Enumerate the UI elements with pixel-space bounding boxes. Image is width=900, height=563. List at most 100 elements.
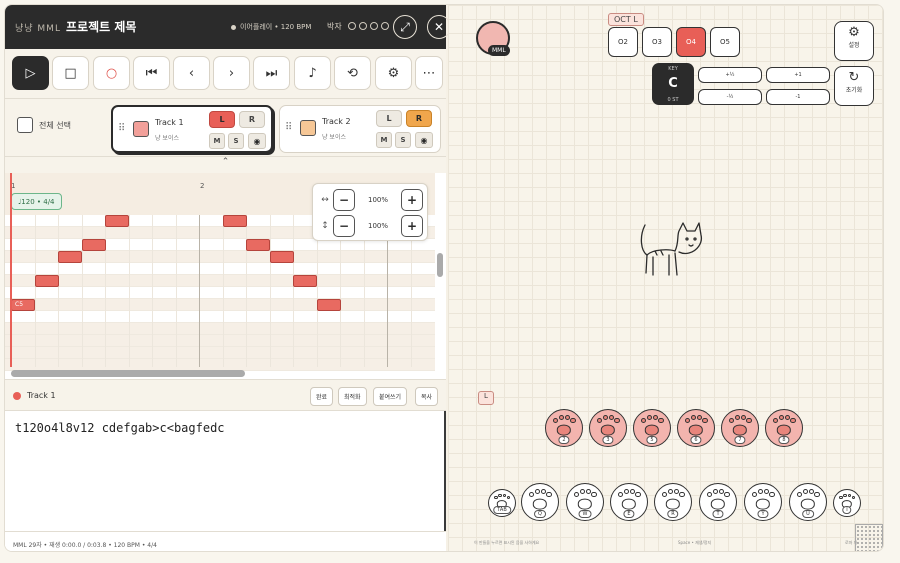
optimize-button[interactable]: 최적화 xyxy=(338,387,367,406)
paw-pad xyxy=(755,498,771,510)
paw-key-bottom[interactable]: Y xyxy=(744,483,782,521)
piano-roll[interactable]: 1 2 ♩120 • 4/4 C5 ↔ − 100% + ↕ − 100% + xyxy=(5,173,446,379)
shift-up-whole-button[interactable]: +1 xyxy=(766,67,830,83)
note-block[interactable] xyxy=(58,251,82,263)
paw-toe xyxy=(763,489,769,495)
track-card-2[interactable]: ⠿ Track 2 냥 보이스 L R M S ◉ xyxy=(279,105,441,153)
note-block[interactable] xyxy=(246,239,270,251)
tempo-chip[interactable]: ♩120 • 4/4 xyxy=(11,193,62,210)
pitch-row[interactable] xyxy=(5,323,435,335)
done-button[interactable]: 완료 xyxy=(310,387,334,406)
loop-button[interactable]: ⟲ xyxy=(334,56,371,90)
select-all-checkbox[interactable] xyxy=(17,117,33,133)
select-all[interactable]: 전체 선택 xyxy=(17,117,71,133)
playhead[interactable] xyxy=(10,173,12,367)
play-button[interactable]: ▷ xyxy=(12,56,49,90)
solo-button[interactable]: S xyxy=(228,133,244,149)
paw-key-bottom[interactable]: T xyxy=(699,483,737,521)
pitch-row[interactable] xyxy=(5,311,435,323)
key-display[interactable]: KEY C 0 ST xyxy=(652,63,694,105)
expand-button[interactable]: ⤢ xyxy=(393,15,417,39)
mute-button[interactable]: M xyxy=(209,133,225,149)
editor-panel: 냥냥 MML 프로젝트 제목 이어플레이 • 120 BPM 박자 ⤢ ✕ ▷ … xyxy=(5,5,451,551)
pitch-row[interactable] xyxy=(5,299,435,311)
mute-button[interactable]: M xyxy=(376,132,392,148)
paw-key-top[interactable]: 6 xyxy=(677,409,715,447)
note-block[interactable] xyxy=(269,251,294,263)
note-block[interactable] xyxy=(293,275,317,287)
octave-button-5[interactable]: O5 xyxy=(710,27,740,57)
shift-down-whole-button[interactable]: -1 xyxy=(766,89,830,105)
octave-button-3[interactable]: O3 xyxy=(642,27,672,57)
pan-left-button[interactable]: L xyxy=(209,111,235,128)
note-block[interactable] xyxy=(105,215,129,227)
pan-right-button[interactable]: R xyxy=(406,110,432,127)
paw-key-top[interactable]: 3 xyxy=(589,409,627,447)
note-block[interactable] xyxy=(316,299,341,311)
copy-button[interactable]: 복사 xyxy=(415,387,439,406)
note-block[interactable] xyxy=(81,239,106,251)
settings-button[interactable]: ⚙ xyxy=(375,56,412,90)
paw-key-top[interactable]: 8 xyxy=(765,409,803,447)
paw-toe xyxy=(724,491,730,497)
paw-toe xyxy=(843,493,847,498)
shift-up-half-button[interactable]: +½ xyxy=(698,67,762,83)
note-icon: ♪ xyxy=(308,65,317,81)
skip-start-button[interactable]: ⏮ xyxy=(133,56,170,90)
beat-line xyxy=(199,215,200,367)
octave-button-2[interactable]: O2 xyxy=(608,27,638,57)
track-card-1[interactable]: ⠿ Track 1 냥 보이스 L R M S ◉ xyxy=(111,105,273,153)
paw-key-bottom[interactable]: R xyxy=(654,483,692,521)
record-button[interactable]: ○ xyxy=(93,56,130,90)
pan-right-button[interactable]: R xyxy=(239,111,265,128)
shift-down-half-button[interactable]: -½ xyxy=(698,89,762,105)
reset-button[interactable]: ↻ 초기화 xyxy=(834,66,874,106)
pan-left-button[interactable]: L xyxy=(376,110,402,127)
horizontal-scrollbar[interactable] xyxy=(11,370,245,377)
note-button[interactable]: ♪ xyxy=(294,56,331,90)
visibility-toggle[interactable]: ◉ xyxy=(415,132,433,148)
pitch-row[interactable] xyxy=(5,275,435,287)
paw-key-top[interactable]: 2 xyxy=(545,409,583,447)
zoom-out-h-button[interactable]: − xyxy=(333,189,355,211)
note-block[interactable] xyxy=(34,275,59,287)
skip-end-button[interactable]: ⏭ xyxy=(253,56,290,90)
drag-handle-icon[interactable]: ⠿ xyxy=(118,123,125,134)
solo-button[interactable]: S xyxy=(395,132,411,148)
stop-button[interactable]: □ xyxy=(52,56,89,90)
collapse-toggle[interactable]: ⌃ xyxy=(5,157,446,173)
pitch-row[interactable] xyxy=(5,263,435,275)
pitch-row[interactable] xyxy=(5,347,435,359)
paw-key-bottom[interactable]: I xyxy=(833,489,861,517)
paw-key-bottom[interactable]: W xyxy=(566,483,604,521)
paw-toe xyxy=(740,415,746,421)
track-color-swatch[interactable] xyxy=(300,120,316,136)
more-button[interactable]: ⋯ xyxy=(415,56,443,90)
paw-toe xyxy=(629,489,635,495)
paw-key-bottom[interactable]: E xyxy=(610,483,648,521)
settings-side-button[interactable]: ⚙ 설정 xyxy=(834,21,874,61)
zoom-in-h-button[interactable]: + xyxy=(401,189,423,211)
pitch-row[interactable] xyxy=(5,335,435,347)
zoom-out-v-button[interactable]: − xyxy=(333,215,355,237)
octave-button-4[interactable]: O4 xyxy=(676,27,706,57)
track-color-swatch[interactable] xyxy=(133,121,149,137)
visibility-toggle[interactable]: ◉ xyxy=(248,133,266,149)
prev-button[interactable]: ‹ xyxy=(173,56,210,90)
next-button[interactable]: › xyxy=(213,56,250,90)
paw-key-top[interactable]: 5 xyxy=(633,409,671,447)
paw-key-bottom[interactable]: Q xyxy=(521,483,559,521)
paw-key-bottom[interactable]: U xyxy=(789,483,827,521)
pitch-row[interactable] xyxy=(5,287,435,299)
project-title[interactable]: 프로젝트 제목 xyxy=(66,18,136,35)
paw-key-top[interactable]: 7 xyxy=(721,409,759,447)
note-block[interactable] xyxy=(222,215,247,227)
paw-key-bottom[interactable]: TAB xyxy=(488,489,516,517)
paste-button[interactable]: 붙여쓰기 xyxy=(373,387,408,406)
mml-textarea[interactable]: t120o4l8v12 cdefgab>c<bagfedc xyxy=(15,421,225,435)
note-block[interactable]: C5 xyxy=(11,299,35,311)
zoom-in-v-button[interactable]: + xyxy=(401,215,423,237)
paw-toe xyxy=(707,491,713,497)
vertical-scrollbar[interactable] xyxy=(437,253,443,277)
drag-handle-icon[interactable]: ⠿ xyxy=(285,122,292,133)
